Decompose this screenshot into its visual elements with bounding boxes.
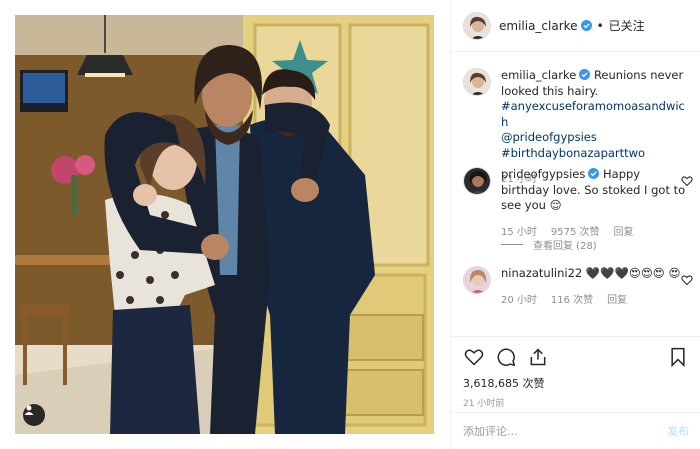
- comment-meta: 15 小时 9575 次赞 回复: [501, 223, 691, 238]
- comment-username[interactable]: emilia_clarke: [501, 68, 576, 82]
- comments-list: emilia_clarke Reunions never looked this…: [451, 53, 700, 335]
- post-actions: 3,618,685 次赞 21 小时前: [451, 336, 700, 412]
- hashtag-link[interactable]: #anyexcuseforamomoasandwich: [501, 99, 691, 130]
- add-comment-bar: 发布: [451, 412, 700, 449]
- comment-username[interactable]: ninazatulini22: [501, 266, 582, 280]
- verified-badge-icon: [588, 168, 600, 179]
- comment-like-heart-icon[interactable]: [681, 175, 693, 187]
- comment-item: prideofgypsies Happy birthday love. So s…: [463, 167, 695, 238]
- post-header: emilia_clarke • 已关注: [451, 0, 700, 52]
- post-photo-illustration: [15, 15, 434, 434]
- comment-likes[interactable]: 9575 次赞: [551, 223, 600, 238]
- avatar[interactable]: [463, 167, 491, 195]
- reply-button[interactable]: 回复: [607, 291, 627, 306]
- comment-time[interactable]: 20 小时: [501, 291, 537, 306]
- caption-text: emilia_clarke Reunions never looked this…: [501, 68, 691, 161]
- comment-username[interactable]: prideofgypsies: [501, 167, 585, 181]
- avatar[interactable]: [463, 11, 491, 40]
- likes-count[interactable]: 3,618,685 次赞: [463, 375, 689, 391]
- heart-icon[interactable]: [463, 346, 485, 368]
- user-tag-icon[interactable]: [23, 404, 45, 426]
- reply-button[interactable]: 回复: [614, 223, 634, 238]
- view-replies-button[interactable]: 查看回复 (28): [501, 237, 597, 252]
- comment-time[interactable]: 15 小时: [501, 223, 537, 238]
- post-comment-button[interactable]: 发布: [667, 423, 689, 439]
- bookmark-icon[interactable]: [667, 346, 689, 368]
- view-replies-label: 查看回复 (28): [533, 241, 597, 252]
- comment-text: ninazatulini22 🖤🖤🖤😍😍😍 😍: [501, 266, 691, 282]
- instagram-post-modal: emilia_clarke • 已关注 emilia_clarke Reunio…: [0, 0, 700, 449]
- comment-item: ninazatulini22 🖤🖤🖤😍😍😍 😍 20 小时 116 次赞 回复: [463, 266, 695, 306]
- header-separator: •: [596, 18, 604, 33]
- verified-badge-icon: [579, 69, 591, 80]
- verified-badge-icon: [580, 20, 592, 31]
- follow-button[interactable]: 已关注: [609, 17, 645, 34]
- comment-like-heart-icon[interactable]: [681, 274, 693, 286]
- divider-line: [501, 244, 523, 245]
- comment-body: 🖤🖤🖤😍😍😍 😍: [585, 266, 681, 280]
- comment-text: prideofgypsies Happy birthday love. So s…: [501, 167, 691, 214]
- action-icons-row: [463, 337, 689, 377]
- comment-input[interactable]: [463, 424, 667, 438]
- share-icon[interactable]: [527, 346, 549, 368]
- hashtag-link[interactable]: #birthdaybonazaparttwo: [501, 146, 691, 162]
- avatar[interactable]: [463, 68, 491, 96]
- post-time[interactable]: 21 小时前: [463, 396, 689, 409]
- post-photo[interactable]: [15, 15, 434, 434]
- avatar[interactable]: [463, 266, 491, 294]
- comment-likes[interactable]: 116 次赞: [551, 291, 593, 306]
- post-side-panel: emilia_clarke • 已关注 emilia_clarke Reunio…: [450, 0, 700, 449]
- comment-meta: 20 小时 116 次赞 回复: [501, 291, 691, 306]
- comment-icon[interactable]: [495, 346, 517, 368]
- mention-link[interactable]: @prideofgypsies: [501, 130, 691, 146]
- header-username[interactable]: emilia_clarke: [499, 19, 578, 33]
